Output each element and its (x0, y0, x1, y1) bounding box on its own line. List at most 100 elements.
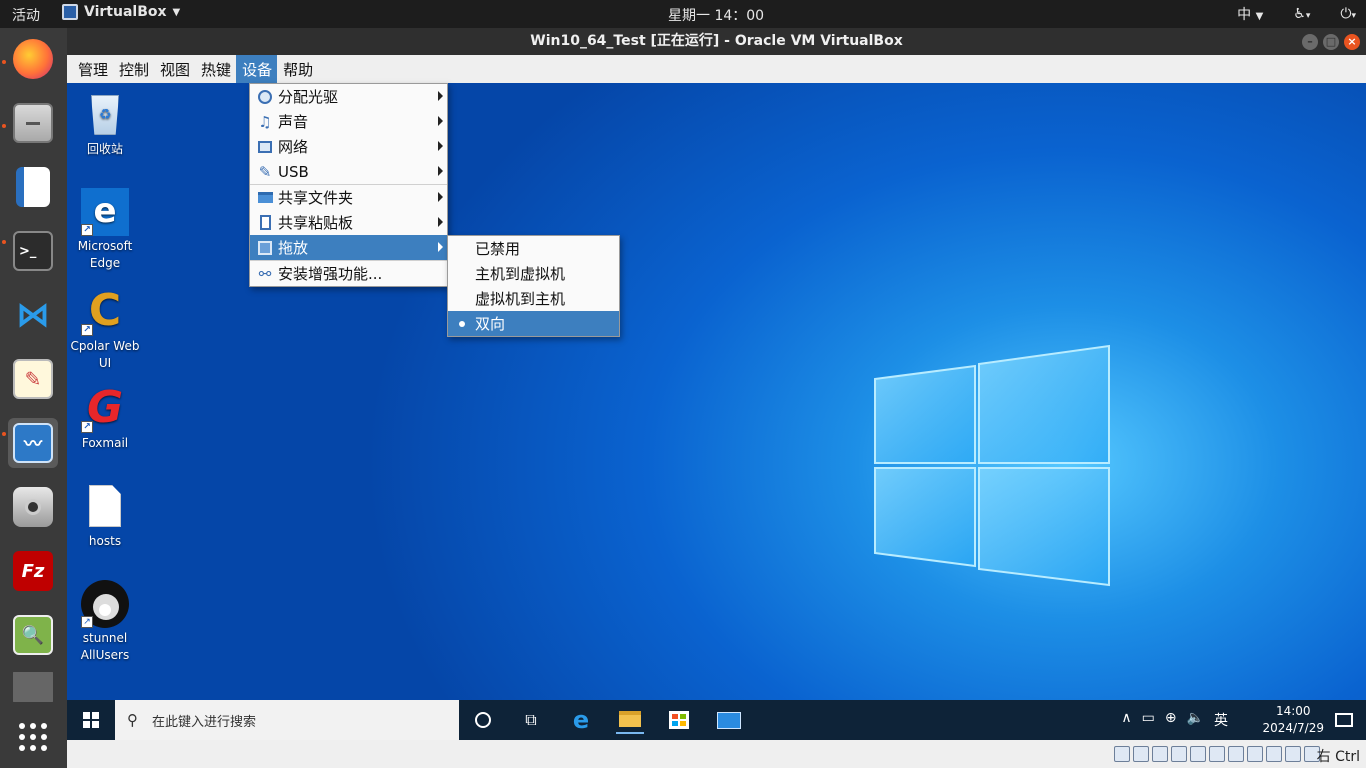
dragdrop-option-bidirectional[interactable]: 双向 (448, 311, 619, 336)
dock-filezilla[interactable]: Fz (8, 546, 58, 596)
submenu-arrow-icon (438, 217, 443, 227)
audio-status-icon[interactable] (1152, 746, 1168, 762)
windows-start-icon (83, 712, 99, 728)
cpolar-icon: C ↗ (81, 288, 129, 336)
system-monitor-icon: 〰 (13, 423, 53, 463)
network-globe-icon[interactable]: ⊕ (1165, 710, 1177, 730)
menu-view[interactable]: 视图 (154, 55, 195, 83)
desktop-icon-hosts[interactable]: hosts (67, 483, 143, 550)
menu-devices[interactable]: 设备 (236, 55, 278, 83)
dock-camera[interactable] (8, 482, 58, 532)
notification-center-button[interactable] (1330, 706, 1358, 734)
recycle-bin-icon: ♻ (81, 91, 129, 139)
dock-image-viewer[interactable]: 🔍 (8, 610, 58, 660)
ime-indicator[interactable]: 英 (1214, 710, 1228, 730)
guest-additions-icon: ⚯ (258, 264, 272, 283)
dock-files[interactable] (8, 98, 58, 148)
show-applications-button[interactable] (8, 712, 58, 762)
windows-taskbar: ⚲ 在此键入进行搜索 ⧉ e ∧ ▭ ⊕ 🔈 英 14:00 2024/7/29 (67, 700, 1366, 740)
start-button[interactable] (67, 700, 115, 740)
usb-icon: ✎ (258, 162, 272, 181)
menu-item-shared-clipboard[interactable]: 共享粘贴板 (250, 210, 447, 235)
maximize-button[interactable]: □ (1323, 34, 1339, 50)
taskbar-edge[interactable]: e (567, 706, 595, 734)
menu-help[interactable]: 帮助 (277, 55, 318, 83)
display-status-icon[interactable] (1228, 746, 1244, 762)
menu-item-network[interactable]: 网络 (250, 134, 447, 159)
submenu-arrow-icon (438, 192, 443, 202)
cpu-status-icon[interactable] (1266, 746, 1282, 762)
dragdrop-option-host-to-guest[interactable]: 主机到虚拟机 (448, 261, 619, 286)
vscode-icon: ⋈ (16, 295, 50, 335)
vm-menubar: 管理 控制 视图 热键 设备 帮助 (67, 55, 1366, 83)
taskbar-date: 2024/7/29 (1262, 721, 1324, 735)
usb-status-icon[interactable] (1190, 746, 1206, 762)
power-icon[interactable]: ⏻▾ (1340, 6, 1356, 22)
file-icon (81, 483, 129, 531)
document-writer-icon (16, 167, 50, 207)
battery-icon[interactable]: ▭ (1142, 710, 1155, 730)
optical-drive-status-icon[interactable] (1133, 746, 1149, 762)
edge-icon: e ↗ (81, 188, 129, 236)
activities-button[interactable]: 活动 (12, 5, 40, 25)
accessibility-icon[interactable]: ♿▾ (1293, 6, 1310, 22)
app-menu[interactable]: VirtualBox ▼ (62, 4, 180, 20)
taskbar-file-explorer[interactable] (616, 706, 644, 734)
network-status-icon[interactable] (1171, 746, 1187, 762)
cortana-button[interactable] (469, 706, 497, 734)
volume-icon[interactable]: 🔈 (1187, 710, 1204, 730)
desktop-icon-recycle-bin[interactable]: ♻ 回收站 (67, 91, 143, 158)
taskbar-store[interactable] (665, 706, 693, 734)
menu-item-usb[interactable]: ✎ USB (250, 159, 447, 184)
desktop-icon-foxmail[interactable]: G ↗ Foxmail (67, 385, 143, 452)
image-viewer-icon: 🔍 (13, 615, 53, 655)
menu-item-drag-and-drop[interactable]: 拖放 (250, 235, 447, 260)
mouse-integration-status-icon[interactable] (1285, 746, 1301, 762)
dock-partial-app[interactable] (8, 672, 58, 702)
taskbar-mail[interactable] (715, 706, 743, 734)
menu-item-audio[interactable]: ♫ 声音 (250, 109, 447, 134)
window-title-bar[interactable]: Win10_64_Test [正在运行] - Oracle VM Virtual… (67, 28, 1366, 55)
foxmail-icon: G ↗ (81, 385, 129, 433)
app-grid-icon (19, 723, 47, 751)
dock-firefox[interactable] (8, 34, 58, 84)
dragdrop-option-guest-to-host[interactable]: 虚拟机到主机 (448, 286, 619, 311)
dock-virtualbox[interactable]: 〰 (8, 418, 58, 468)
dragdrop-option-disabled[interactable]: 已禁用 (448, 236, 619, 261)
desktop-icon-edge[interactable]: e ↗ Microsoft Edge (67, 188, 143, 272)
dock-writer[interactable] (8, 162, 58, 212)
folder-icon (619, 711, 641, 727)
shared-folders-status-icon[interactable] (1209, 746, 1225, 762)
ubuntu-dock: >_ ⋈ ✎ 〰 Fz 🔍 (0, 28, 67, 768)
minimize-button[interactable]: – (1302, 34, 1318, 50)
submenu-arrow-icon (438, 141, 443, 151)
menu-machine[interactable]: 管理 (72, 55, 113, 83)
taskbar-time: 14:00 (1275, 704, 1311, 718)
dock-terminal[interactable]: >_ (8, 226, 58, 276)
menu-hotkeys[interactable]: 热键 (195, 55, 236, 83)
task-view-button[interactable]: ⧉ (517, 706, 545, 734)
close-button[interactable]: × (1344, 34, 1360, 50)
desktop-icon-cpolar[interactable]: C ↗ Cpolar Web UI (67, 288, 143, 372)
menu-item-optical-drives[interactable]: 分配光驱 (250, 84, 447, 109)
host-key-indicator[interactable]: 右 Ctrl (1317, 746, 1360, 766)
recording-status-icon[interactable] (1247, 746, 1263, 762)
shared-folder-icon (256, 189, 274, 207)
hard-disk-status-icon[interactable] (1114, 746, 1130, 762)
system-tray: 中 ▼ ♿▾ ⏻▾ (1237, 4, 1356, 24)
menu-item-install-guest-additions[interactable]: ⚯ 安装增强功能... (250, 261, 447, 286)
clock[interactable]: 星期一 14：00 (668, 5, 764, 25)
input-method-indicator[interactable]: 中 ▼ (1237, 4, 1263, 24)
drive-icon (13, 672, 53, 702)
dock-text-editor[interactable]: ✎ (8, 354, 58, 404)
taskbar-search-box[interactable]: ⚲ 在此键入进行搜索 (115, 700, 459, 740)
chevron-up-icon[interactable]: ∧ (1121, 710, 1131, 730)
desktop-icon-label: 回收站 (86, 142, 123, 156)
network-icon (256, 138, 274, 156)
file-cabinet-icon (13, 103, 53, 143)
menu-item-shared-folders[interactable]: 共享文件夹 (250, 185, 447, 210)
taskbar-clock[interactable]: 14:00 2024/7/29 (1262, 703, 1324, 737)
dock-vscode[interactable]: ⋈ (8, 290, 58, 340)
menu-control[interactable]: 控制 (113, 55, 154, 83)
desktop-icon-stunnel[interactable]: ↗ stunnel AllUsers (67, 580, 143, 664)
